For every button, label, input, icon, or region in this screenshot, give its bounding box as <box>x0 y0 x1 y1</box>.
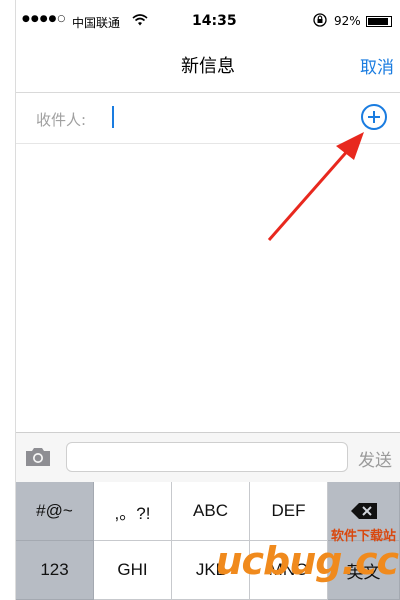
send-button[interactable]: 发送 <box>358 446 392 471</box>
recipient-label: 收件人: <box>36 111 87 129</box>
compose-bar: 发送 <box>16 432 400 482</box>
carrier-name: 中国联通 <box>72 16 121 30</box>
page-title: 新信息 <box>181 56 235 77</box>
backspace-icon <box>350 503 377 519</box>
phone-screen: ●●●●○ 中国联通 14:35 92% 新信息 取消 收件人: 发送 #@~ … <box>16 0 400 600</box>
navigation-bar: 新信息 取消 <box>16 40 400 92</box>
add-contact-button[interactable] <box>361 104 387 130</box>
text-cursor <box>112 106 114 128</box>
recipient-field-row[interactable]: 收件人: <box>16 92 400 144</box>
status-time: 14:35 <box>192 13 237 29</box>
rotation-lock-icon <box>313 13 327 30</box>
key-123[interactable]: 123 <box>16 541 94 600</box>
left-frame-border <box>0 0 16 600</box>
battery-icon <box>366 16 392 27</box>
site-watermark: 软件下载站 ucbug.cc <box>215 525 400 600</box>
key-ghi[interactable]: GHI <box>94 541 172 600</box>
signal-strength: ●●●●○ <box>22 14 67 24</box>
camera-icon[interactable] <box>24 447 52 467</box>
key-symbols[interactable]: #@~ <box>16 482 94 541</box>
battery-percent: 92% <box>334 14 361 28</box>
key-punctuation[interactable]: ,。?! <box>94 482 172 541</box>
cancel-button[interactable]: 取消 <box>360 53 394 78</box>
battery-level-fill <box>368 18 388 25</box>
message-input[interactable] <box>66 442 348 472</box>
key-abc[interactable]: ABC <box>172 482 250 541</box>
wifi-icon <box>132 13 148 30</box>
status-bar: ●●●●○ 中国联通 14:35 92% <box>16 0 400 40</box>
watermark-logo: ucbug.cc <box>215 539 399 583</box>
